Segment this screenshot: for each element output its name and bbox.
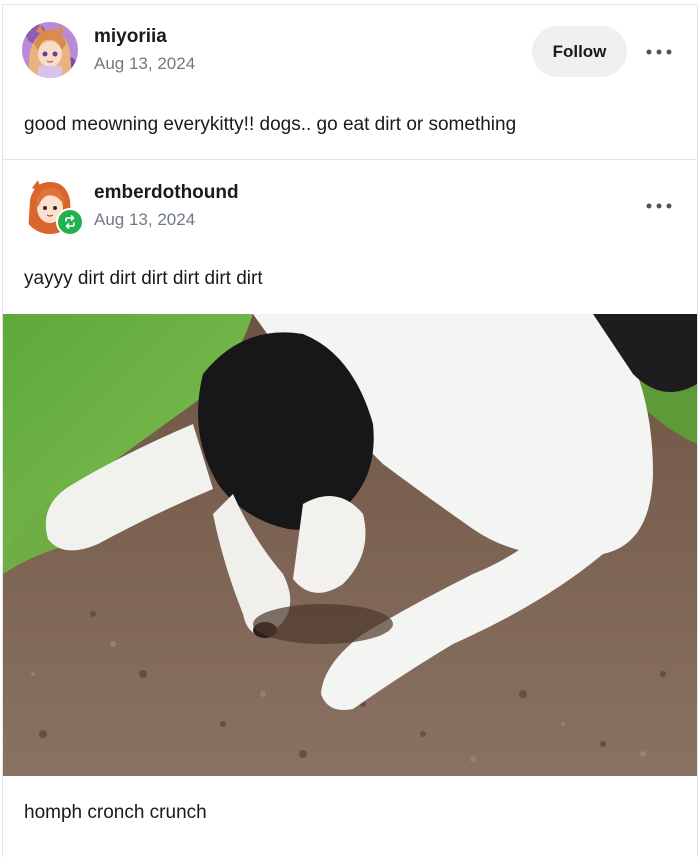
follow-button[interactable]: Follow — [532, 26, 627, 77]
post-photo[interactable] — [3, 314, 697, 776]
post-date[interactable]: Aug 13, 2024 — [94, 52, 195, 76]
reblog-badge — [56, 208, 84, 236]
avatar[interactable] — [22, 22, 78, 78]
more-options-icon — [646, 203, 672, 209]
reblog-body: yayyy dirt dirt dirt dirt dirt dirt — [24, 268, 263, 289]
more-options-button[interactable] — [644, 42, 674, 62]
dog-digging-image — [3, 314, 697, 776]
post-body: good meowning everykitty!! dogs.. go eat… — [24, 114, 517, 135]
reblog-date[interactable]: Aug 13, 2024 — [94, 208, 239, 232]
reblog-more-options-button[interactable] — [644, 196, 674, 216]
avatar-image — [22, 22, 78, 78]
reblog-avatar[interactable] — [22, 178, 84, 236]
reblog-header: emberdothound Aug 13, 2024 — [22, 178, 239, 236]
more-options-icon — [646, 49, 672, 55]
post-author[interactable]: miyoriia — [94, 25, 195, 49]
divider — [2, 159, 698, 160]
reblog-icon — [65, 215, 75, 229]
reblog-author[interactable]: emberdothound — [94, 181, 239, 205]
post-header: miyoriia Aug 13, 2024 — [22, 22, 195, 78]
reblog-caption: homph cronch crunch — [24, 802, 207, 823]
